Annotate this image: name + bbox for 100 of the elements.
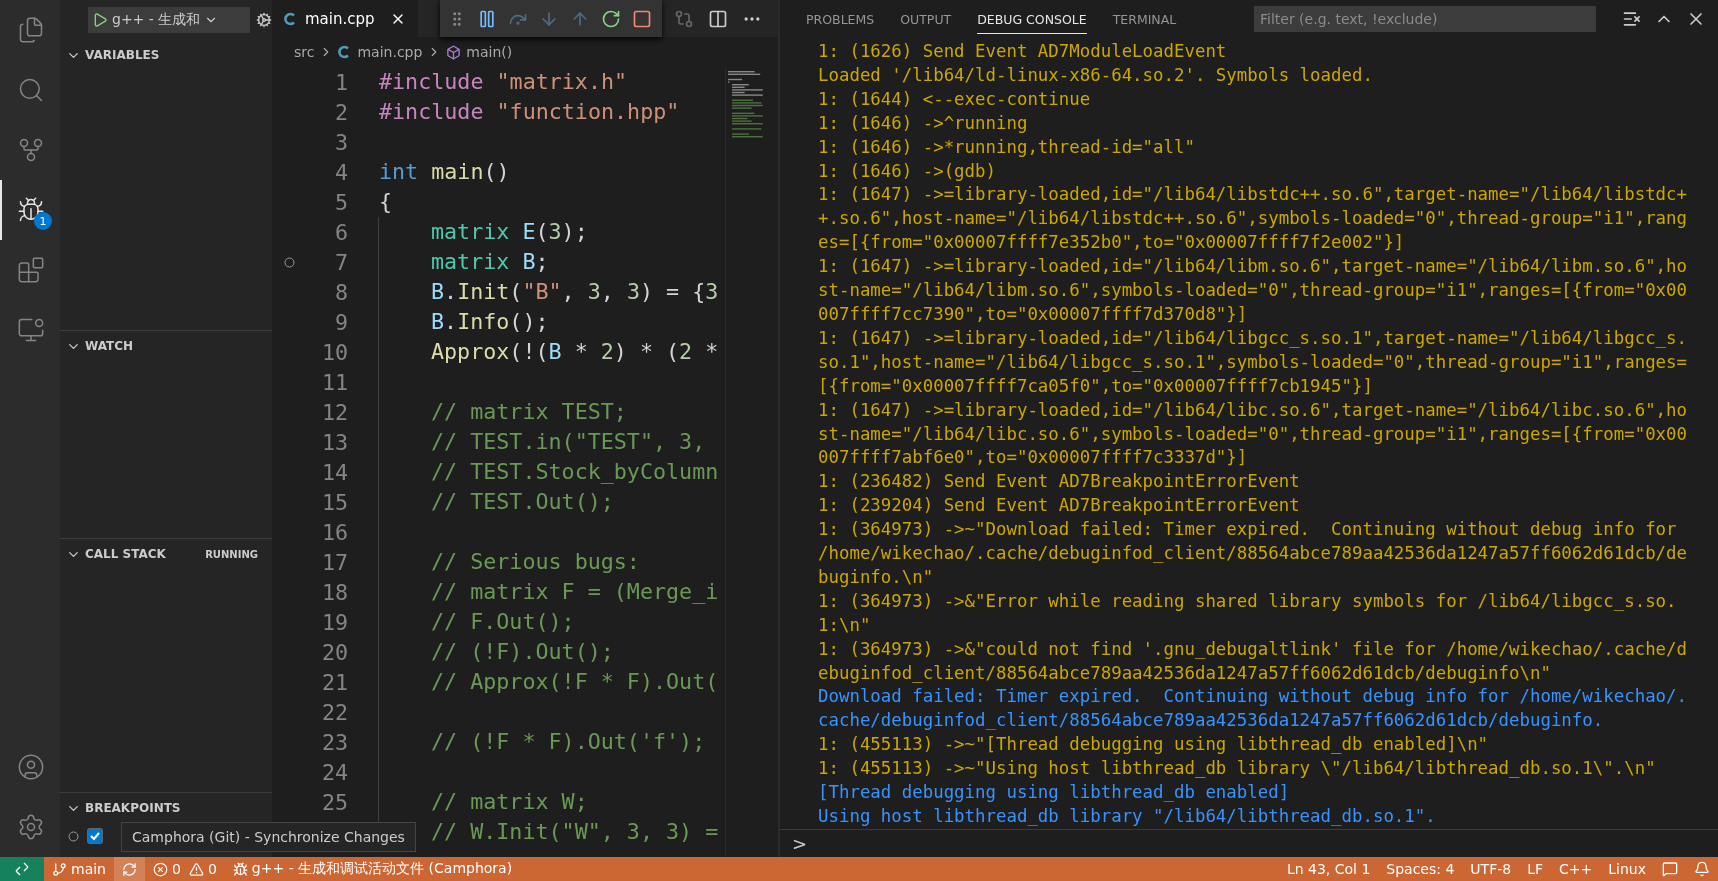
panel-tab[interactable]: PROBLEMS — [806, 3, 875, 34]
console-line: 1: (1644) <--exec-continue — [818, 87, 1092, 111]
console-line: 1: (1626) Send Event AD7ModuleLoadEvent — [818, 40, 1228, 63]
search-icon[interactable] — [17, 76, 45, 104]
code-line: // matrix TEST; — [378, 397, 627, 427]
filter-field[interactable]: Filter (e.g. text, !exclude) — [1254, 5, 1596, 32]
line-number: 21 — [320, 669, 348, 695]
line-number: 18 — [320, 579, 348, 605]
gear-icon[interactable] — [256, 11, 272, 29]
sync-icon[interactable] — [114, 857, 145, 881]
line-number: 9 — [333, 309, 348, 335]
section-header[interactable]: BREAKPOINTS — [60, 793, 272, 823]
console-line: Loaded '/lib64/ld-linux-x86-64.so.2'. Symbols loaded. — [818, 63, 1374, 87]
warning-icon — [188, 861, 204, 877]
branch-status[interactable]: main — [44, 857, 114, 881]
debug-status[interactable]: g++ - 生成和调试活动文件 (Camphora) — [224, 857, 521, 881]
code-line: // (!F * F).Out('f'); — [378, 727, 706, 757]
section-header[interactable]: CALL STACK RUNNING — [60, 539, 272, 569]
line-number: 7 — [333, 249, 348, 275]
code-line: Approx(!(B * 2) * (2 * — [378, 337, 719, 367]
launch-config-dropdown[interactable]: g++ - 生成和 — [88, 7, 250, 33]
remote-icon[interactable] — [0, 857, 44, 881]
code-line: // (!F).Out(); — [378, 637, 614, 667]
error-icon — [153, 861, 168, 877]
line-number: 15 — [320, 489, 348, 515]
breakpoint-icon[interactable] — [283, 256, 295, 268]
restart-icon[interactable] — [601, 8, 621, 29]
console-line: 1: (239204) Send Event AD7BreakpointErrorEvent — [818, 494, 1301, 518]
panel-tab[interactable]: OUTPUT — [900, 3, 952, 34]
branch-icon — [52, 861, 67, 877]
code-line: B.Info(); — [378, 307, 549, 337]
line-number: 13 — [320, 429, 348, 455]
console-line: 1: (455113) ->~"Using host libthread_db library \"/lib64/libthread_db.so.1\".\n" — [818, 757, 1657, 781]
compare-icon[interactable] — [674, 8, 694, 29]
console-line: 1: (1647) ->=library-loaded,id="/lib64/libstdc++.so.6",target-name="/lib64/libstdc++.so.6",host-name="/lib64/libstdc++.so.6",symbols-loaded="0",thread-group="i1",ranges=[{from="0x00007ffff7e352b0",to="0x00007ffff7f2e002"}] — [818, 183, 1687, 255]
problems-status[interactable]: 0 0 — [145, 857, 225, 881]
error-count: 0 — [172, 861, 181, 877]
code-line: matrix B; — [378, 247, 549, 277]
line-number: 12 — [320, 399, 348, 425]
console-line: Download failed: Timer expired. Continuing without debug info for /home/wikechao/.cache/debuginfod_client/88564abce789aa42536da1247a57ff6062d61dcb/debuginfo. — [818, 685, 1687, 733]
line-number: 23 — [320, 729, 348, 755]
code-line: matrix E(3); — [378, 217, 588, 247]
line-number: 14 — [320, 459, 348, 485]
code-line: #include "matrix.h" — [378, 68, 628, 96]
breadcrumb-item[interactable]: main.cpp — [357, 44, 423, 60]
code-line: // TEST.Stock_byColumn — [378, 457, 719, 487]
code-line: // Serious bugs: — [378, 547, 640, 577]
status-item[interactable]: Spaces: 4 — [1378, 857, 1463, 881]
status-item[interactable]: LF — [1519, 857, 1551, 881]
breakpoint-icon — [68, 830, 79, 842]
cpp-file-icon — [284, 11, 298, 26]
line-number: 20 — [320, 639, 348, 665]
pause-icon[interactable] — [477, 8, 497, 29]
warning-count: 0 — [207, 861, 217, 877]
status-item[interactable]: Ln 43, Col 1 — [1278, 857, 1379, 881]
branch-icon[interactable] — [17, 136, 45, 164]
code-line: // TEST.in("TEST", 3, — [378, 427, 706, 457]
console-line: 1: (236482) Send Event AD7BreakpointErrorEvent — [818, 470, 1301, 494]
debug-badge: 1 — [34, 212, 52, 230]
code-line: // Approx(!F * F).Out( — [378, 667, 719, 697]
split-editor-icon[interactable] — [708, 8, 728, 29]
stop-icon[interactable] — [632, 8, 652, 29]
code-line: // matrix W; — [378, 787, 588, 817]
breadcrumb-item[interactable]: main() — [466, 44, 513, 60]
line-number: 6 — [333, 219, 348, 245]
line-number: 3 — [333, 129, 348, 155]
console-line: 1: (1647) ->=library-loaded,id="/lib64/libgcc_s.so.1",target-name="/lib64/libgcc_s.so.1",host-name="/lib64/libgcc_s.so.1",symbols-loaded="0",thread-group="i1",ranges=[{from="0x00007ffff7ca05f0",to="0x00007ffff7cb1945"}] — [818, 326, 1687, 398]
play-icon[interactable] — [92, 12, 108, 28]
extensions-icon[interactable] — [17, 256, 45, 284]
console-line: 1: (1646) ->(gdb) — [818, 159, 997, 183]
status-item[interactable]: UTF-8 — [1462, 857, 1520, 881]
line-number: 24 — [320, 759, 348, 785]
debug-status: RUNNING — [205, 548, 258, 560]
console-line: 1: (1646) ->^running — [818, 111, 1029, 135]
tooltip: Camphora (Git) - Synchronize Changes — [121, 822, 416, 852]
console-line: 1: (1646) ->*running,thread-id="all" — [818, 135, 1196, 159]
bug-icon[interactable] — [17, 196, 45, 224]
status-item[interactable]: Linux — [1600, 857, 1654, 881]
editor-tab[interactable]: main.cpp — [272, 0, 418, 37]
checkbox[interactable] — [87, 828, 103, 844]
console-prompt[interactable]: > — [792, 833, 808, 854]
section-header[interactable]: VARIABLES — [60, 40, 272, 70]
line-number: 1 — [333, 69, 348, 95]
panel-tab[interactable]: TERMINAL — [1112, 3, 1177, 34]
console-line: 1: (364973) ->~"Download failed: Timer expired. Continuing without debug info for /home/wikechao/.cache/debuginfod_client/88564abce789aa42536da1247a57ff6062d61dcb/debuginfo.\n" — [818, 518, 1687, 589]
status-item[interactable]: C++ — [1551, 857, 1601, 881]
console-line: Using host libthread_db library "/lib64/libthread_db.so.1". — [818, 805, 1437, 828]
code-line: // F.Out(); — [378, 607, 575, 637]
breadcrumb-item[interactable]: src — [294, 44, 315, 60]
line-number: 4 — [333, 159, 348, 185]
monitor-icon[interactable] — [17, 316, 45, 344]
section-header[interactable]: WATCH — [60, 331, 272, 361]
code-line: B.Init("B", 3, 3) = {3 — [378, 277, 719, 307]
console-line: 1: (1647) ->=library-loaded,id="/lib64/libm.so.6",target-name="/lib64/libm.so.6",host-name="/lib64/libm.so.6",symbols-loaded="0",thread-group="i1",ranges=[{from="0x00007ffff7cc7390",to="0x00007ffff7d370d8"}] — [818, 255, 1687, 326]
files-icon[interactable] — [17, 16, 45, 44]
panel-tab[interactable]: DEBUG CONSOLE — [977, 3, 1087, 34]
console-line: [Thread debugging using libthread_db enabled] — [818, 781, 1291, 805]
line-number: 2 — [333, 99, 348, 125]
bug-icon — [232, 861, 248, 877]
code-line: int main() — [378, 158, 510, 186]
